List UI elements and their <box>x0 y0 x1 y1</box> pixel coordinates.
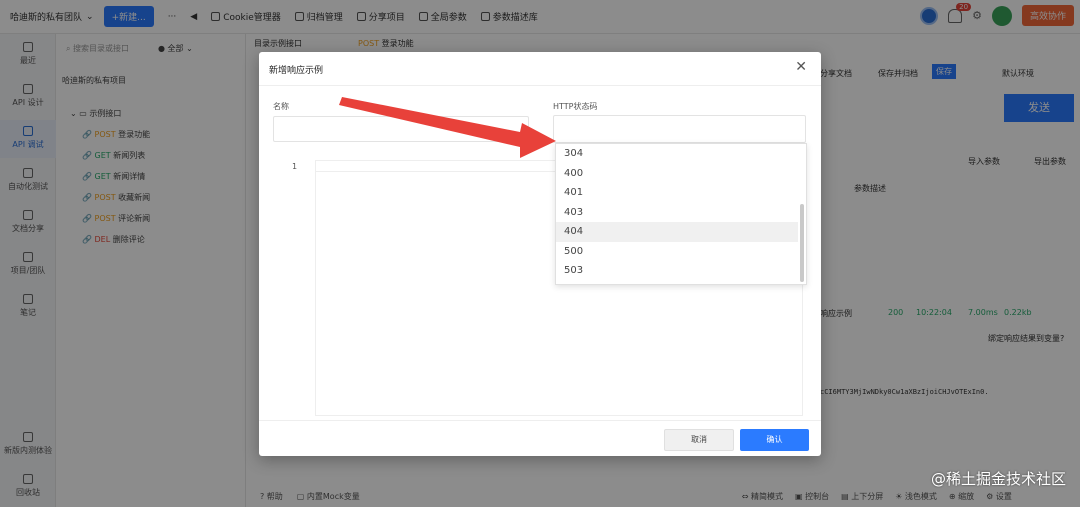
status-option[interactable]: 401 <box>556 183 798 203</box>
status-code-label: HTTP状态码 <box>553 102 598 111</box>
dropdown-scrollbar[interactable] <box>800 204 804 282</box>
watermark: @稀土掘金技术社区 <box>930 470 1066 488</box>
cancel-button[interactable]: 取消 <box>664 429 734 451</box>
dialog-title: 新增响应示例 <box>269 66 324 76</box>
status-option[interactable]: 400 <box>556 164 798 184</box>
status-option-hovered[interactable]: 404 <box>556 222 798 242</box>
divider <box>259 85 821 86</box>
status-code-input[interactable] <box>553 115 806 143</box>
name-label: 名称 <box>273 102 289 111</box>
status-option[interactable]: 500 <box>556 242 798 262</box>
status-option[interactable]: 503 <box>556 261 798 281</box>
line-number: 1 <box>292 162 298 171</box>
status-option[interactable]: 304 <box>556 144 798 164</box>
editor-current-line <box>315 160 555 172</box>
confirm-button[interactable]: 确认 <box>740 429 809 451</box>
status-option[interactable]: 403 <box>556 203 798 223</box>
status-code-dropdown[interactable]: 304 400 401 403 404 500 503 <box>555 143 807 285</box>
close-icon[interactable]: ✕ <box>795 60 807 74</box>
name-input[interactable] <box>273 116 529 142</box>
dialog-footer: 取消 确认 <box>259 420 821 456</box>
